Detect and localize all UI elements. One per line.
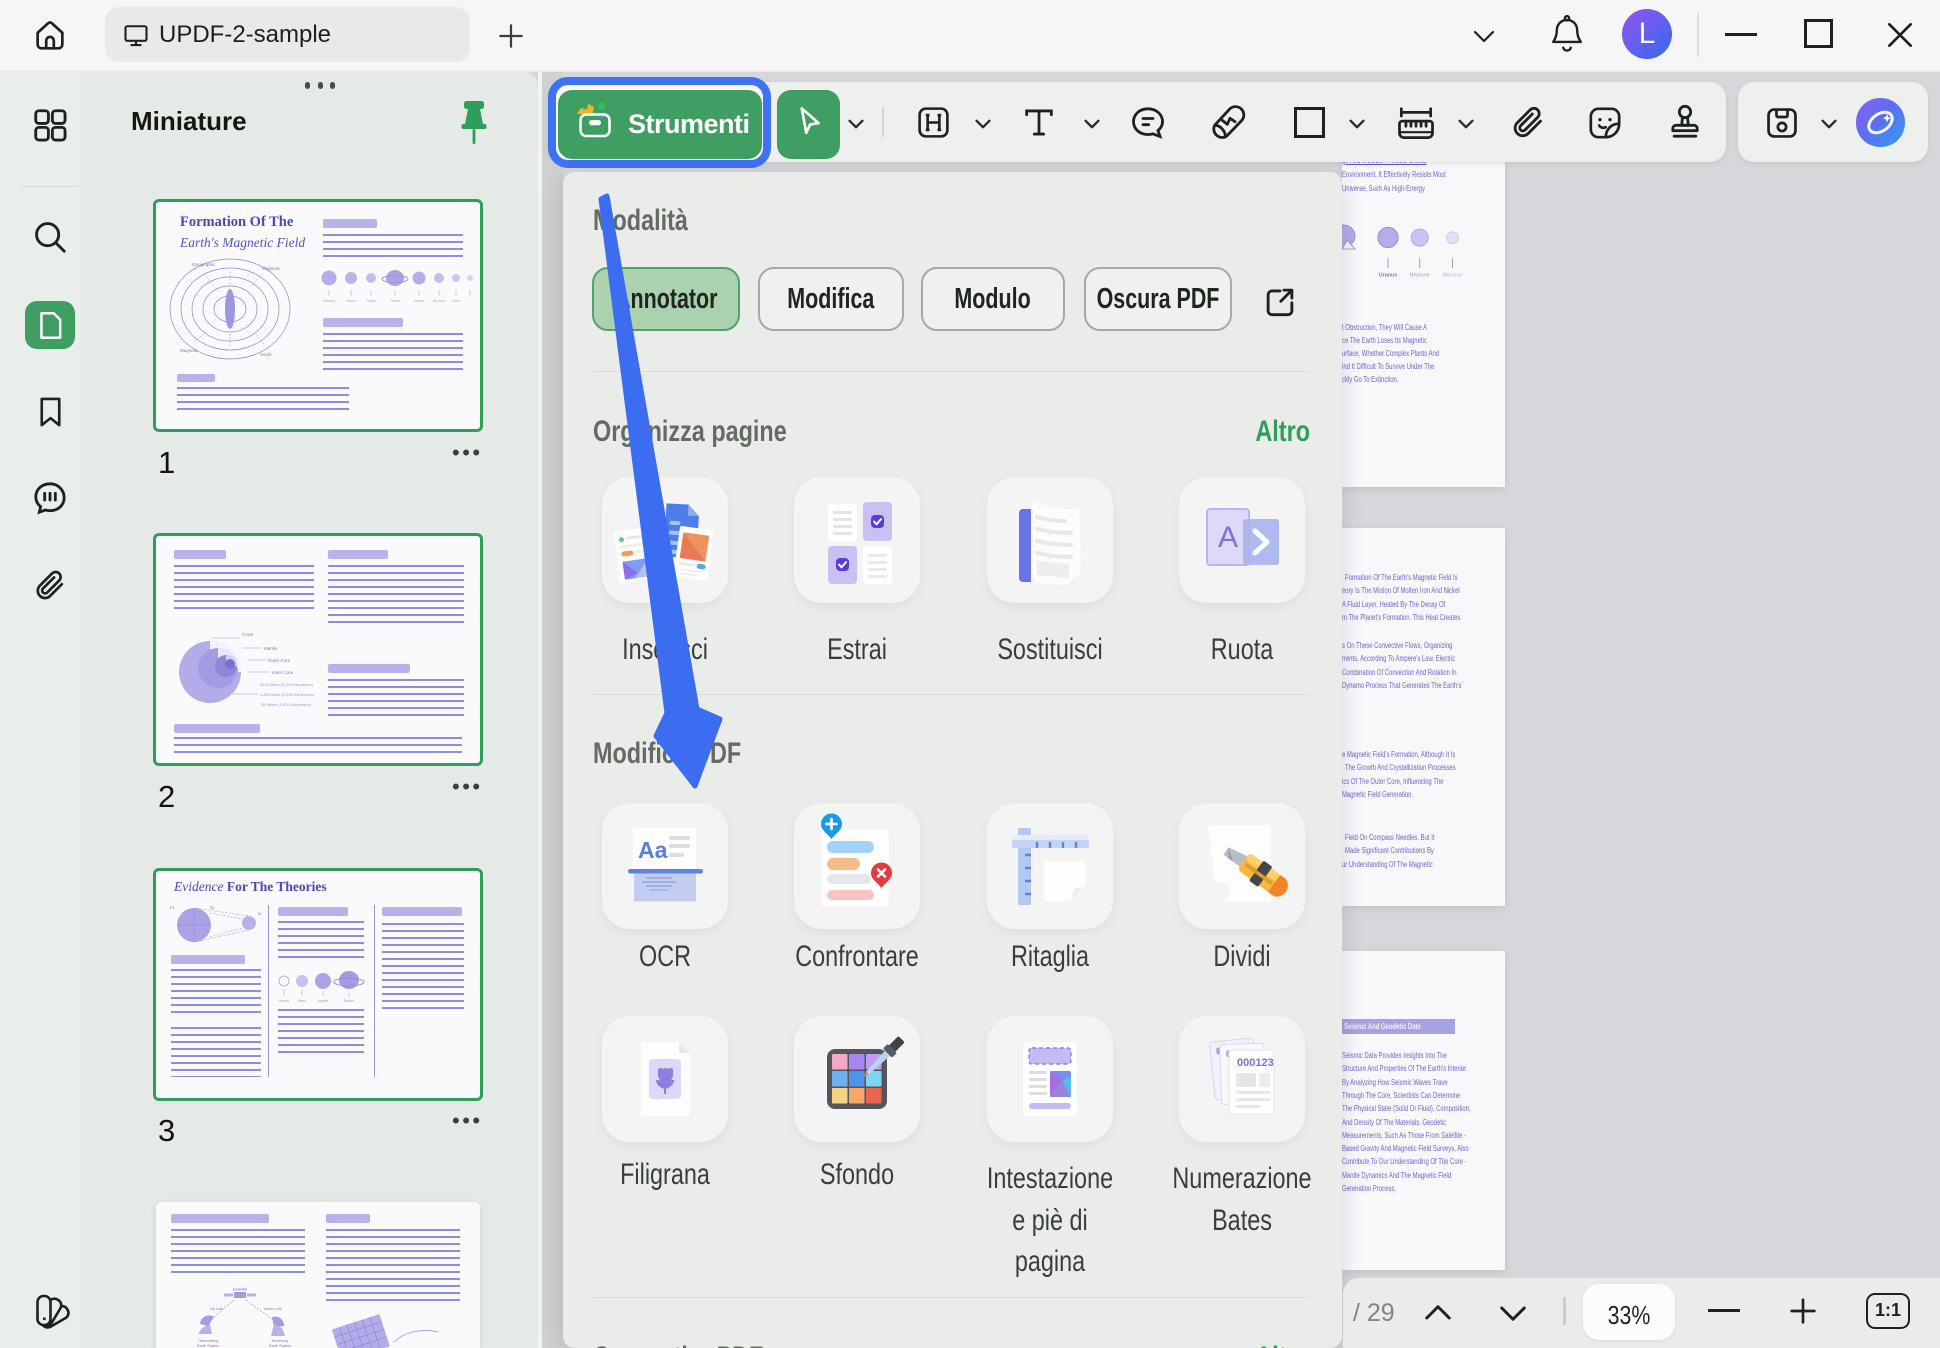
svg-text:Jupiter: Jupiter (318, 999, 330, 1003)
svg-text:Satellite: Satellite (233, 1287, 248, 1292)
svg-text:Venus: Venus (347, 299, 356, 303)
svg-text:South: South (260, 352, 272, 357)
svg-text:Up Link: Up Link (210, 1307, 223, 1311)
svg-text:Transmitting: Transmitting (198, 1339, 219, 1343)
svg-text:Magnetic: Magnetic (262, 266, 281, 271)
svg-text:Outer Core: Outer Core (268, 658, 291, 663)
svg-text:Mercury: Mercury (1443, 273, 1463, 279)
svg-text:Neptune: Neptune (433, 299, 445, 303)
svg-text:Mantle: Mantle (264, 646, 278, 651)
svg-text:Aa: Aa (638, 837, 668, 863)
svg-text:Mars: Mars (452, 299, 459, 303)
svg-text:Geographic: Geographic (192, 262, 216, 267)
svg-text:Earth Station: Earth Station (269, 1344, 291, 1348)
svg-text:Mercury: Mercury (323, 299, 335, 303)
svg-text:M: M (258, 911, 261, 916)
svg-text:Inner Core: Inner Core (272, 670, 294, 675)
svg-text:Mars: Mars (298, 999, 306, 1003)
svg-text:Saturn: Saturn (390, 299, 400, 303)
svg-text:Crust: Crust (242, 632, 254, 637)
svg-text:1,800 Miles (2,200 Kilometers): 1,800 Miles (2,200 Kilometers) (260, 692, 315, 697)
svg-text:B1: B1 (210, 905, 216, 910)
svg-text:760 Miles (1,220 Kilometers): 760 Miles (1,220 Kilometers) (260, 702, 312, 707)
svg-text:Jupiter: Jupiter (366, 299, 377, 303)
svg-text:Saturn: Saturn (344, 999, 355, 1003)
svg-text:Earth Station: Earth Station (197, 1344, 219, 1348)
svg-text:A: A (1218, 521, 1238, 554)
svg-text:Receiving: Receiving (272, 1339, 289, 1343)
svg-text:6370 Miles (5,250 Kilometers): 6370 Miles (5,250 Kilometers) (260, 682, 314, 687)
svg-text:Magnetic: Magnetic (180, 348, 199, 353)
svg-text:Neptune: Neptune (1410, 273, 1430, 279)
svg-text:F1: F1 (170, 905, 175, 910)
svg-text:Down Link: Down Link (264, 1307, 282, 1311)
svg-text:Uranus: Uranus (414, 299, 425, 303)
svg-text:000123: 000123 (1237, 1057, 1274, 1069)
svg-text:Uranus: Uranus (1379, 273, 1398, 279)
svg-text:Venus: Venus (279, 999, 289, 1003)
